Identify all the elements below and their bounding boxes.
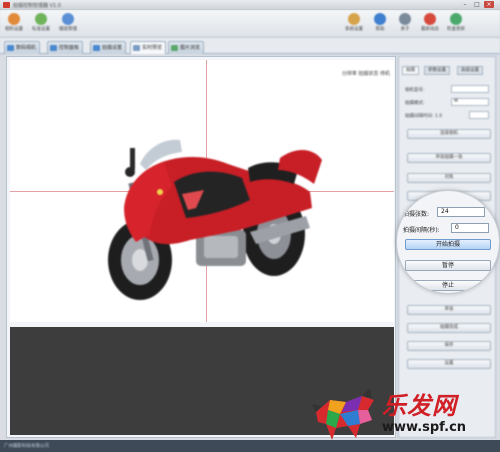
camera-model-field[interactable]	[451, 85, 489, 93]
news-icon	[424, 13, 436, 25]
watermark-site-name: 乐发网	[382, 391, 457, 420]
title-bar: 拍摄控制管理器 V1.0 – □ ×	[0, 0, 500, 10]
minimize-button[interactable]: –	[460, 1, 470, 8]
shot-interval-input[interactable]: 0	[451, 223, 489, 233]
about-button[interactable]: 关于	[393, 12, 417, 36]
news-button[interactable]: 最新动态	[418, 12, 442, 36]
toolbar-label: 相机设置	[5, 27, 23, 32]
playback-button[interactable]: 播放管理	[56, 12, 80, 36]
connect-camera-button[interactable]: 连接相机	[407, 129, 491, 139]
watermark-url: www.spf.cn	[382, 420, 467, 435]
gear-icon	[348, 13, 360, 25]
motorcycle-photo	[108, 139, 322, 300]
settings-tab-icon	[93, 45, 100, 51]
camera-icon	[8, 13, 20, 25]
finish-button[interactable]: 拍摄完成	[407, 323, 491, 333]
camera-tab-icon	[7, 45, 14, 51]
help-button[interactable]: 帮助	[368, 12, 392, 36]
shot-count-input[interactable]: 24	[437, 207, 485, 217]
panel-tab-advanced[interactable]: 高级设置	[457, 66, 483, 75]
camera-settings-button[interactable]: 相机设置	[2, 12, 26, 36]
shot-interval-label: 拍摄间隔(秒):	[403, 227, 440, 234]
single-shot-button[interactable]: 单张拍摄一张	[407, 153, 491, 163]
toolbar-label: 最新动态	[421, 27, 439, 32]
tab-control-panel[interactable]: 控制面板	[47, 41, 84, 54]
save-button[interactable]: 保存	[407, 341, 491, 351]
focus-button[interactable]: 对焦	[407, 173, 491, 183]
maximize-button[interactable]: □	[472, 1, 482, 8]
preview-tab-icon	[133, 45, 140, 51]
toolbar-label: 标准设置	[32, 27, 50, 32]
toolbar-label: 检查更新	[447, 27, 465, 32]
toolbar-label: 系统设置	[345, 27, 363, 32]
panel-tab-shoot[interactable]: 拍摄	[402, 66, 419, 75]
tab-label: 拍摄设置	[102, 45, 123, 51]
camera-model-label: 相机型号:	[405, 88, 425, 93]
help-icon	[374, 13, 386, 25]
magnifier-callout: 拍摄张数: 24 拍摄间隔(秒): 0 开始拍摄 暂停 停止	[396, 190, 500, 294]
stop-button[interactable]: 停止	[405, 280, 491, 291]
tab-camera[interactable]: 数码相机	[4, 41, 41, 54]
window-title: 拍摄控制管理器 V1.0	[13, 3, 61, 9]
tab-shoot-settings[interactable]: 拍摄设置	[90, 41, 127, 54]
app-logo-icon	[3, 2, 10, 8]
shot-count-label: 拍摄张数:	[403, 211, 430, 218]
play-icon	[62, 13, 74, 25]
globe-icon	[450, 13, 462, 25]
image-tab-icon	[171, 45, 178, 51]
tab-live-preview[interactable]: 实时预览	[130, 41, 167, 54]
panel-tab-icon	[50, 45, 57, 51]
tab-label: 控制面板	[59, 45, 80, 51]
start-shooting-button[interactable]: 开始拍摄	[405, 239, 491, 250]
preview-area: 分辨率 拍摄状态 待机	[6, 56, 396, 438]
shoot-mode-field[interactable]: M	[451, 98, 489, 106]
status-bar: 广州摄影科技有限公司	[0, 440, 500, 452]
tab-label: 数码相机	[16, 45, 37, 51]
system-settings-button[interactable]: 系统设置	[342, 12, 366, 36]
live-view[interactable]: 分辨率 拍摄状态 待机	[10, 60, 394, 322]
settings-icon	[35, 13, 47, 25]
viewer-info: 分辨率 拍摄状态 待机	[341, 71, 390, 77]
interval-time-label: 拍摄间隔时间: 1.0	[405, 114, 443, 119]
tab-label: 实时预览	[142, 45, 163, 51]
close-button[interactable]: ×	[484, 1, 494, 8]
info-icon	[399, 13, 411, 25]
status-text: 广州摄影科技有限公司	[4, 444, 49, 449]
single-button[interactable]: 单张	[407, 305, 491, 315]
panel-tab-params[interactable]: 参数设置	[424, 66, 450, 75]
interval-time-field[interactable]	[469, 111, 489, 119]
toolbar-label: 关于	[400, 27, 410, 32]
tab-label: 图片浏览	[180, 45, 201, 51]
shoot-mode-label: 拍摄模式:	[405, 101, 425, 106]
settings-button[interactable]: 设置	[407, 359, 491, 369]
toolbar-label: 帮助	[375, 27, 385, 32]
tab-image-browser[interactable]: 图片浏览	[168, 41, 205, 54]
tab-bar: 数码相机 控制面板 拍摄设置 实时预览 图片浏览	[0, 38, 500, 54]
standard-settings-button[interactable]: 标准设置	[29, 12, 53, 36]
watermark-bull-logo	[312, 388, 374, 440]
toolbar: 相机设置 标准设置 播放管理 系统设置 帮助 关于 最新动态 检查更新	[0, 10, 500, 38]
pause-button[interactable]: 暂停	[405, 260, 491, 271]
update-button[interactable]: 检查更新	[444, 12, 468, 36]
toolbar-label: 播放管理	[59, 27, 77, 32]
